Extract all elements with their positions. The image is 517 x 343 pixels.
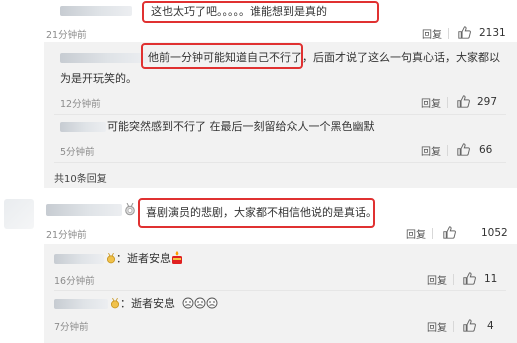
divider [453, 274, 454, 285]
like-count: 4 [487, 320, 494, 332]
reply-text: ，后面才说了这么一句真心话，大家都以 [302, 51, 500, 64]
thumbs-up-icon[interactable] [463, 319, 476, 332]
reply-text-line2: 为是开玩笑的。 [60, 72, 137, 85]
username-blurred[interactable] [60, 6, 132, 16]
divider [54, 290, 506, 291]
highlight-box [138, 198, 375, 228]
reply-time: 5分钟前 [60, 147, 95, 158]
username-blurred[interactable] [54, 299, 108, 309]
thumbs-up-icon[interactable] [443, 226, 456, 239]
username-blurred[interactable] [46, 204, 122, 216]
medal-icon [106, 253, 116, 264]
highlight-box [141, 43, 303, 69]
reply-button[interactable]: 回复 [421, 143, 441, 158]
divider [432, 228, 433, 239]
divider [54, 162, 506, 163]
divider [447, 97, 448, 108]
username-blurred[interactable] [60, 122, 106, 132]
divider [448, 28, 449, 39]
highlight-box [142, 1, 379, 23]
thumbs-up-icon[interactable] [463, 272, 476, 285]
username-blurred[interactable] [60, 53, 148, 63]
thumbs-up-icon[interactable] [457, 95, 470, 108]
like-count: 11 [484, 273, 498, 285]
medal-icon [110, 298, 120, 309]
more-replies-link[interactable]: 共10条回复 [54, 170, 107, 185]
reply-button[interactable]: 回复 [422, 26, 442, 41]
sad-face-icon [182, 297, 218, 309]
divider [453, 321, 454, 332]
reply-button[interactable]: 回复 [427, 272, 447, 287]
reply-text: ：逝者安息 [120, 297, 175, 310]
reply-time: 16分钟前 [54, 276, 95, 287]
reply-button[interactable]: 回复 [427, 319, 447, 334]
divider [54, 114, 506, 115]
comment-time: 21分钟前 [46, 30, 87, 41]
reply-button[interactable]: 回复 [406, 226, 426, 241]
reply-text: 可能突然感到不行了 在最后一刻留给众人一个黑色幽默 [107, 120, 375, 133]
like-count: 1052 [481, 227, 508, 239]
thumbs-up-icon[interactable] [458, 26, 471, 39]
reply-time: 12分钟前 [60, 99, 101, 110]
like-count: 297 [477, 96, 498, 108]
reply-button[interactable]: 回复 [421, 95, 441, 110]
candle-icon [172, 251, 182, 264]
like-count: 2131 [479, 27, 506, 39]
username-blurred[interactable] [54, 254, 104, 264]
like-count: 66 [479, 144, 493, 156]
comment-time: 21分钟前 [46, 230, 87, 241]
reply-time: 7分钟前 [54, 322, 89, 333]
medal-icon [125, 203, 135, 216]
reply-text: ：逝者安息 [116, 252, 171, 265]
thumbs-up-icon[interactable] [457, 143, 470, 156]
divider [447, 145, 448, 156]
avatar[interactable] [4, 199, 34, 229]
